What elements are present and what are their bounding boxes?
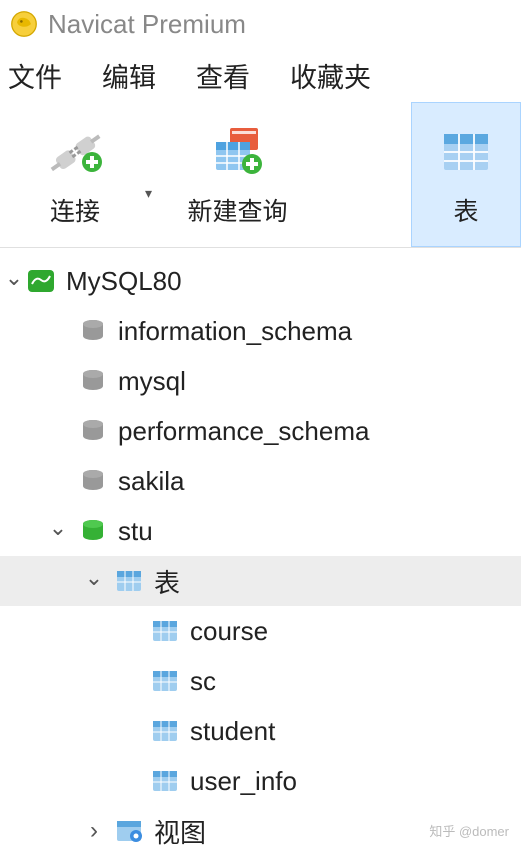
table-item-icon [150, 766, 180, 796]
db-label: sakila [118, 466, 184, 497]
tree-table-user-info[interactable]: user_info [0, 756, 521, 806]
table-item-icon [150, 666, 180, 696]
database-icon [78, 466, 108, 496]
title-bar: Navicat Premium [0, 0, 521, 48]
database-icon [78, 316, 108, 346]
table-label: student [190, 716, 275, 747]
menu-bar: 文件 编辑 查看 收藏夹 [0, 48, 521, 102]
tree-db-stu[interactable]: stu [0, 506, 521, 556]
table-item-icon [150, 716, 180, 746]
group-label: 表 [154, 563, 180, 600]
db-label: information_schema [118, 316, 352, 347]
menu-file[interactable]: 文件 [8, 56, 62, 95]
toolbar-connect-label: 连接 [50, 192, 100, 228]
tree-db-information-schema[interactable]: information_schema [0, 306, 521, 356]
views-group-icon [114, 816, 144, 846]
menu-favorites[interactable]: 收藏夹 [290, 56, 371, 95]
tree-connection[interactable]: MySQL80 [0, 256, 521, 306]
menu-edit[interactable]: 编辑 [102, 56, 156, 95]
plug-icon [44, 122, 106, 182]
tree-table-sc[interactable]: sc [0, 656, 521, 706]
mysql-connection-icon [26, 266, 56, 296]
watermark: 知乎 @domer [429, 821, 509, 840]
table-item-icon [150, 616, 180, 646]
tree-table-student[interactable]: student [0, 706, 521, 756]
tree-db-performance-schema[interactable]: performance_schema [0, 406, 521, 456]
toolbar-table[interactable]: 表 [411, 102, 521, 247]
table-icon [440, 122, 492, 182]
navicat-logo-icon [10, 10, 38, 38]
group-label: 视图 [154, 813, 206, 850]
toolbar-new-query[interactable]: 新建查询 [150, 102, 325, 247]
tree-table-course[interactable]: course [0, 606, 521, 656]
database-icon [78, 416, 108, 446]
db-label: stu [118, 516, 153, 547]
table-label: course [190, 616, 268, 647]
table-label: user_info [190, 766, 297, 797]
table-label: sc [190, 666, 216, 697]
query-icon [210, 122, 266, 182]
object-tree: MySQL80 information_schema mysql perform… [0, 248, 521, 856]
expander-icon[interactable] [74, 568, 114, 594]
toolbar-connect[interactable]: 连接 ▾ [0, 102, 150, 247]
tree-group-tables[interactable]: 表 [0, 556, 521, 606]
tree-db-sakila[interactable]: sakila [0, 456, 521, 506]
database-icon [78, 366, 108, 396]
menu-view[interactable]: 查看 [196, 56, 250, 95]
toolbar-query-label: 新建查询 [187, 192, 287, 228]
toolbar-table-label: 表 [453, 192, 478, 228]
tree-db-mysql[interactable]: mysql [0, 356, 521, 406]
app-title: Navicat Premium [48, 9, 246, 40]
tables-group-icon [114, 566, 144, 596]
expander-icon[interactable] [74, 817, 114, 845]
db-label: mysql [118, 366, 186, 397]
expander-icon[interactable] [2, 268, 26, 294]
toolbar: 连接 ▾ 新建查询 [0, 102, 521, 248]
expander-icon[interactable] [38, 518, 78, 544]
db-label: performance_schema [118, 416, 369, 447]
database-active-icon [78, 516, 108, 546]
connection-label: MySQL80 [66, 266, 182, 297]
